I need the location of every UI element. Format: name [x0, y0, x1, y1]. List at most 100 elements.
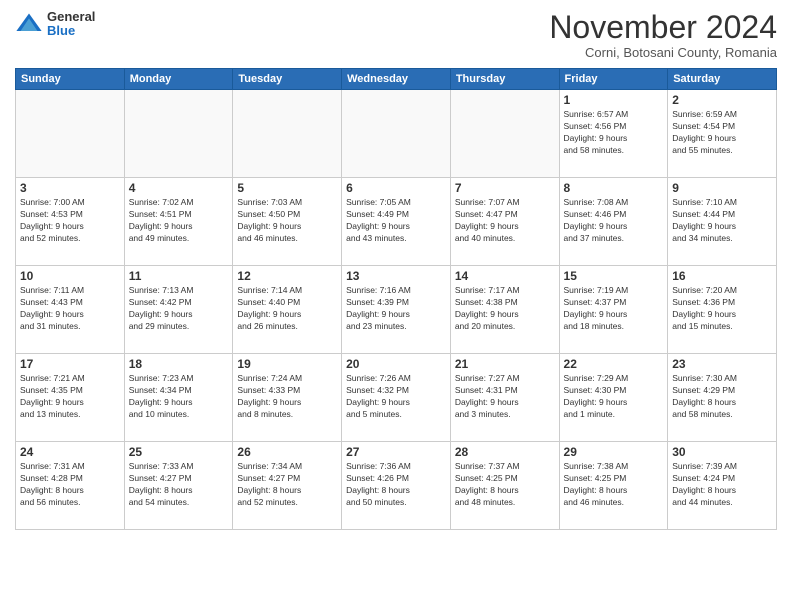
day-info: Sunrise: 7:13 AM Sunset: 4:42 PM Dayligh… [129, 285, 229, 333]
calendar-day-cell: 17 Sunrise: 7:21 AM Sunset: 4:35 PM Dayli… [16, 354, 125, 442]
calendar-day-cell [16, 90, 125, 178]
day-number: 8 [564, 181, 664, 195]
logo: General Blue [15, 10, 95, 39]
day-number: 19 [237, 357, 337, 371]
day-info: Sunrise: 7:21 AM Sunset: 4:35 PM Dayligh… [20, 373, 120, 421]
day-number: 2 [672, 93, 772, 107]
day-info: Sunrise: 7:08 AM Sunset: 4:46 PM Dayligh… [564, 197, 664, 245]
calendar-day-cell: 30 Sunrise: 7:39 AM Sunset: 4:24 PM Dayli… [668, 442, 777, 530]
calendar-day-cell: 12 Sunrise: 7:14 AM Sunset: 4:40 PM Dayli… [233, 266, 342, 354]
day-info: Sunrise: 7:23 AM Sunset: 4:34 PM Dayligh… [129, 373, 229, 421]
day-number: 21 [455, 357, 555, 371]
day-number: 24 [20, 445, 120, 459]
day-number: 9 [672, 181, 772, 195]
day-number: 4 [129, 181, 229, 195]
calendar-week-row: 1Sunrise: 6:57 AM Sunset: 4:56 PM Daylig… [16, 90, 777, 178]
day-info: Sunrise: 7:36 AM Sunset: 4:26 PM Dayligh… [346, 461, 446, 509]
day-number: 25 [129, 445, 229, 459]
day-info: Sunrise: 7:26 AM Sunset: 4:32 PM Dayligh… [346, 373, 446, 421]
calendar-day-cell: 23 Sunrise: 7:30 AM Sunset: 4:29 PM Dayli… [668, 354, 777, 442]
calendar-day-cell: 7 Sunrise: 7:07 AM Sunset: 4:47 PM Daylig… [450, 178, 559, 266]
calendar-day-cell: 10 Sunrise: 7:11 AM Sunset: 4:43 PM Dayli… [16, 266, 125, 354]
day-number: 26 [237, 445, 337, 459]
calendar-day-cell: 24 Sunrise: 7:31 AM Sunset: 4:28 PM Dayli… [16, 442, 125, 530]
calendar-day-cell: 3Sunrise: 7:00 AM Sunset: 4:53 PM Daylig… [16, 178, 125, 266]
day-info: Sunrise: 7:03 AM Sunset: 4:50 PM Dayligh… [237, 197, 337, 245]
logo-text: General Blue [47, 10, 95, 39]
calendar-day-cell: 26 Sunrise: 7:34 AM Sunset: 4:27 PM Dayli… [233, 442, 342, 530]
day-info: Sunrise: 7:11 AM Sunset: 4:43 PM Dayligh… [20, 285, 120, 333]
calendar-day-cell: 14Sunrise: 7:17 AM Sunset: 4:38 PM Dayli… [450, 266, 559, 354]
calendar-week-row: 3Sunrise: 7:00 AM Sunset: 4:53 PM Daylig… [16, 178, 777, 266]
calendar-week-row: 17 Sunrise: 7:21 AM Sunset: 4:35 PM Dayli… [16, 354, 777, 442]
day-info: Sunrise: 7:29 AM Sunset: 4:30 PM Dayligh… [564, 373, 664, 421]
calendar-day-cell: 20 Sunrise: 7:26 AM Sunset: 4:32 PM Dayli… [342, 354, 451, 442]
calendar-day-cell: 21 Sunrise: 7:27 AM Sunset: 4:31 PM Dayli… [450, 354, 559, 442]
day-number: 28 [455, 445, 555, 459]
calendar-day-cell: 22Sunrise: 7:29 AM Sunset: 4:30 PM Dayli… [559, 354, 668, 442]
calendar: SundayMondayTuesdayWednesdayThursdayFrid… [15, 68, 777, 530]
calendar-week-row: 24 Sunrise: 7:31 AM Sunset: 4:28 PM Dayli… [16, 442, 777, 530]
day-info: Sunrise: 7:07 AM Sunset: 4:47 PM Dayligh… [455, 197, 555, 245]
day-info: Sunrise: 7:24 AM Sunset: 4:33 PM Dayligh… [237, 373, 337, 421]
calendar-day-cell: 16 Sunrise: 7:20 AM Sunset: 4:36 PM Dayli… [668, 266, 777, 354]
day-info: Sunrise: 7:34 AM Sunset: 4:27 PM Dayligh… [237, 461, 337, 509]
day-number: 5 [237, 181, 337, 195]
calendar-day-cell: 11 Sunrise: 7:13 AM Sunset: 4:42 PM Dayli… [124, 266, 233, 354]
day-number: 15 [564, 269, 664, 283]
day-number: 10 [20, 269, 120, 283]
calendar-day-cell: 19 Sunrise: 7:24 AM Sunset: 4:33 PM Dayli… [233, 354, 342, 442]
day-number: 18 [129, 357, 229, 371]
calendar-day-cell: 29 Sunrise: 7:38 AM Sunset: 4:25 PM Dayli… [559, 442, 668, 530]
day-info: Sunrise: 7:27 AM Sunset: 4:31 PM Dayligh… [455, 373, 555, 421]
logo-general-text: General [47, 10, 95, 24]
day-info: Sunrise: 7:00 AM Sunset: 4:53 PM Dayligh… [20, 197, 120, 245]
calendar-day-cell: 15 Sunrise: 7:19 AM Sunset: 4:37 PM Dayli… [559, 266, 668, 354]
day-info: Sunrise: 7:14 AM Sunset: 4:40 PM Dayligh… [237, 285, 337, 333]
day-info: Sunrise: 7:16 AM Sunset: 4:39 PM Dayligh… [346, 285, 446, 333]
day-number: 30 [672, 445, 772, 459]
day-info: Sunrise: 7:39 AM Sunset: 4:24 PM Dayligh… [672, 461, 772, 509]
day-number: 23 [672, 357, 772, 371]
day-number: 20 [346, 357, 446, 371]
day-number: 12 [237, 269, 337, 283]
calendar-header-cell: Tuesday [233, 69, 342, 90]
day-info: Sunrise: 7:38 AM Sunset: 4:25 PM Dayligh… [564, 461, 664, 509]
day-info: Sunrise: 7:05 AM Sunset: 4:49 PM Dayligh… [346, 197, 446, 245]
day-number: 16 [672, 269, 772, 283]
day-number: 14 [455, 269, 555, 283]
day-info: Sunrise: 7:33 AM Sunset: 4:27 PM Dayligh… [129, 461, 229, 509]
day-number: 27 [346, 445, 446, 459]
day-number: 7 [455, 181, 555, 195]
calendar-header-cell: Wednesday [342, 69, 451, 90]
calendar-day-cell: 9Sunrise: 7:10 AM Sunset: 4:44 PM Daylig… [668, 178, 777, 266]
day-number: 29 [564, 445, 664, 459]
calendar-day-cell: 2 Sunrise: 6:59 AM Sunset: 4:54 PM Daylig… [668, 90, 777, 178]
day-number: 17 [20, 357, 120, 371]
calendar-day-cell: 6Sunrise: 7:05 AM Sunset: 4:49 PM Daylig… [342, 178, 451, 266]
calendar-week-row: 10 Sunrise: 7:11 AM Sunset: 4:43 PM Dayli… [16, 266, 777, 354]
calendar-header-cell: Sunday [16, 69, 125, 90]
calendar-header-cell: Monday [124, 69, 233, 90]
logo-icon [15, 10, 43, 38]
day-info: Sunrise: 7:31 AM Sunset: 4:28 PM Dayligh… [20, 461, 120, 509]
day-info: Sunrise: 7:20 AM Sunset: 4:36 PM Dayligh… [672, 285, 772, 333]
day-info: Sunrise: 7:02 AM Sunset: 4:51 PM Dayligh… [129, 197, 229, 245]
month-title: November 2024 [549, 10, 777, 45]
calendar-day-cell [233, 90, 342, 178]
calendar-day-cell: 1Sunrise: 6:57 AM Sunset: 4:56 PM Daylig… [559, 90, 668, 178]
day-info: Sunrise: 7:30 AM Sunset: 4:29 PM Dayligh… [672, 373, 772, 421]
day-number: 13 [346, 269, 446, 283]
day-number: 11 [129, 269, 229, 283]
calendar-day-cell [124, 90, 233, 178]
calendar-day-cell: 4 Sunrise: 7:02 AM Sunset: 4:51 PM Daylig… [124, 178, 233, 266]
day-info: Sunrise: 7:19 AM Sunset: 4:37 PM Dayligh… [564, 285, 664, 333]
header: General Blue November 2024 Corni, Botosa… [15, 10, 777, 60]
calendar-day-cell: 28Sunrise: 7:37 AM Sunset: 4:25 PM Dayli… [450, 442, 559, 530]
page: General Blue November 2024 Corni, Botosa… [0, 0, 792, 612]
day-number: 1 [564, 93, 664, 107]
title-area: November 2024 Corni, Botosani County, Ro… [549, 10, 777, 60]
calendar-day-cell: 27 Sunrise: 7:36 AM Sunset: 4:26 PM Dayli… [342, 442, 451, 530]
calendar-day-cell: 25 Sunrise: 7:33 AM Sunset: 4:27 PM Dayli… [124, 442, 233, 530]
day-info: Sunrise: 6:59 AM Sunset: 4:54 PM Dayligh… [672, 109, 772, 157]
